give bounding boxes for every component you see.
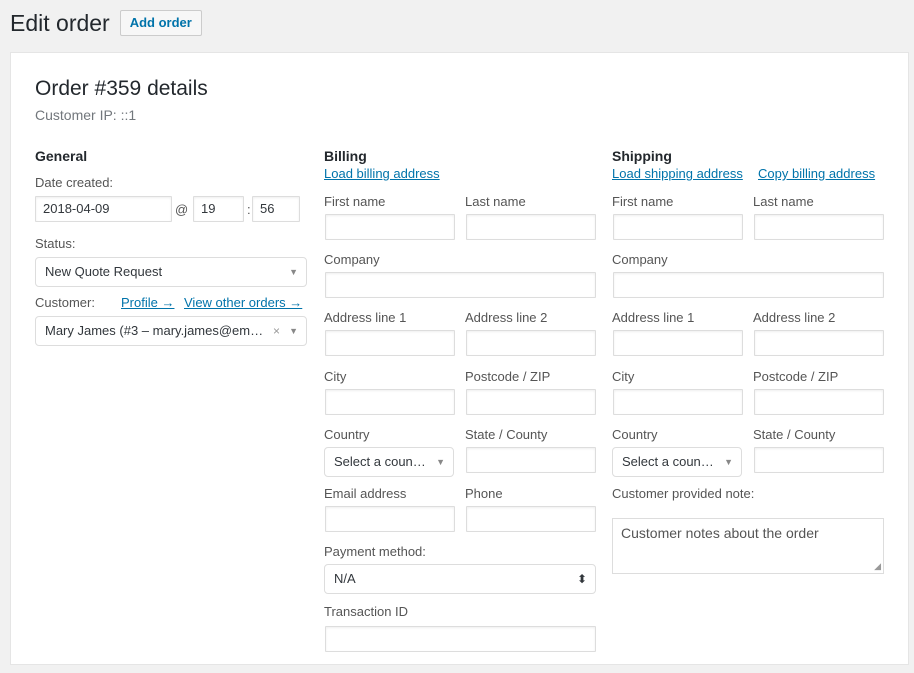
shipping-last-name-label: Last name	[753, 194, 814, 209]
shipping-postcode-label: Postcode / ZIP	[753, 369, 839, 384]
billing-phone-label: Phone	[465, 486, 503, 501]
shipping-address2-input[interactable]	[754, 330, 884, 356]
shipping-address1-label: Address line 1	[612, 310, 695, 325]
billing-company-label: Company	[324, 252, 380, 267]
shipping-country-label: Country	[612, 427, 658, 442]
billing-company-input[interactable]	[325, 272, 596, 298]
add-order-button[interactable]: Add order	[119, 10, 202, 36]
customer-note-placeholder: Customer notes about the order	[621, 525, 819, 541]
shipping-address1-input[interactable]	[613, 330, 743, 356]
customer-label: Customer:	[35, 295, 95, 310]
shipping-company-input[interactable]	[613, 272, 884, 298]
shipping-last-name-input[interactable]	[754, 214, 884, 240]
at-label: @	[175, 202, 189, 217]
billing-city-label: City	[324, 369, 347, 384]
updown-arrows-icon: ⬍	[576, 572, 587, 586]
payment-method-select[interactable]: N/A ⬍	[324, 564, 596, 594]
hour-input[interactable]: 19	[193, 196, 244, 222]
caret-down-icon: ▼	[724, 457, 733, 467]
minute-input[interactable]: 56	[252, 196, 300, 222]
shipping-company-label: Company	[612, 252, 668, 267]
billing-email-label: Email address	[324, 486, 407, 501]
status-label: Status:	[35, 236, 76, 251]
transaction-id-input[interactable]	[325, 626, 596, 652]
shipping-city-input[interactable]	[613, 389, 743, 415]
billing-first-name-label: First name	[324, 194, 386, 209]
status-value: New Quote Request	[45, 264, 163, 279]
caret-down-icon: ▼	[289, 326, 298, 336]
customer-value: Mary James (#3 – mary.james@em…	[45, 323, 264, 338]
clear-x-icon[interactable]: ×	[273, 317, 280, 345]
billing-country-value: Select a coun…	[334, 454, 426, 469]
billing-state-input[interactable]	[466, 447, 596, 473]
caret-down-icon: ▼	[289, 267, 298, 277]
customer-ip: Customer IP: ::1	[35, 107, 137, 123]
copy-billing-link[interactable]: Copy billing address	[758, 166, 875, 181]
billing-heading: Billing	[324, 148, 367, 164]
billing-address1-input[interactable]	[325, 330, 455, 356]
colon-label: :	[247, 202, 251, 217]
billing-postcode-input[interactable]	[466, 389, 596, 415]
shipping-country-value: Select a coun…	[622, 454, 714, 469]
customer-note-label: Customer provided note:	[612, 486, 755, 501]
page-header: Edit order Add order	[10, 8, 202, 38]
customer-select[interactable]: Mary James (#3 – mary.james@em… × ▼	[35, 316, 307, 346]
order-panel: Order #359 details Customer IP: ::1 Gene…	[10, 52, 909, 665]
billing-phone-input[interactable]	[466, 506, 596, 532]
transaction-id-label: Transaction ID	[324, 604, 409, 619]
shipping-first-name-input[interactable]	[613, 214, 743, 240]
shipping-address2-label: Address line 2	[753, 310, 836, 325]
billing-postcode-label: Postcode / ZIP	[465, 369, 551, 384]
general-heading: General	[35, 148, 88, 164]
billing-country-label: Country	[324, 427, 370, 442]
billing-city-input[interactable]	[325, 389, 455, 415]
load-shipping-link[interactable]: Load shipping address	[612, 166, 743, 181]
payment-method-label: Payment method:	[324, 544, 426, 559]
shipping-postcode-input[interactable]	[754, 389, 884, 415]
date-input[interactable]: 2018-04-09	[35, 196, 172, 222]
page-title: Edit order	[10, 10, 110, 36]
profile-link[interactable]: Profile →	[121, 295, 174, 310]
billing-last-name-input[interactable]	[466, 214, 596, 240]
customer-note-textarea[interactable]: Customer notes about the order ◢	[612, 518, 884, 574]
shipping-state-label: State / County	[753, 427, 836, 442]
shipping-heading: Shipping	[612, 148, 672, 164]
load-billing-link[interactable]: Load billing address	[324, 166, 440, 181]
order-title: Order #359 details	[35, 77, 208, 100]
billing-email-input[interactable]	[325, 506, 455, 532]
shipping-country-select[interactable]: Select a coun… ▼	[612, 447, 742, 477]
billing-address2-input[interactable]	[466, 330, 596, 356]
status-select[interactable]: New Quote Request ▼	[35, 257, 307, 287]
caret-down-icon: ▼	[436, 457, 445, 467]
billing-last-name-label: Last name	[465, 194, 526, 209]
resize-grip-icon[interactable]: ◢	[874, 561, 881, 572]
billing-address2-label: Address line 2	[465, 310, 548, 325]
date-created-label: Date created:	[35, 175, 114, 190]
shipping-city-label: City	[612, 369, 635, 384]
shipping-state-input[interactable]	[754, 447, 884, 473]
payment-method-value: N/A	[334, 571, 356, 586]
billing-country-select[interactable]: Select a coun… ▼	[324, 447, 454, 477]
shipping-first-name-label: First name	[612, 194, 674, 209]
billing-address1-label: Address line 1	[324, 310, 407, 325]
billing-first-name-input[interactable]	[325, 214, 455, 240]
billing-state-label: State / County	[465, 427, 548, 442]
view-other-orders-link[interactable]: View other orders →	[184, 295, 302, 310]
